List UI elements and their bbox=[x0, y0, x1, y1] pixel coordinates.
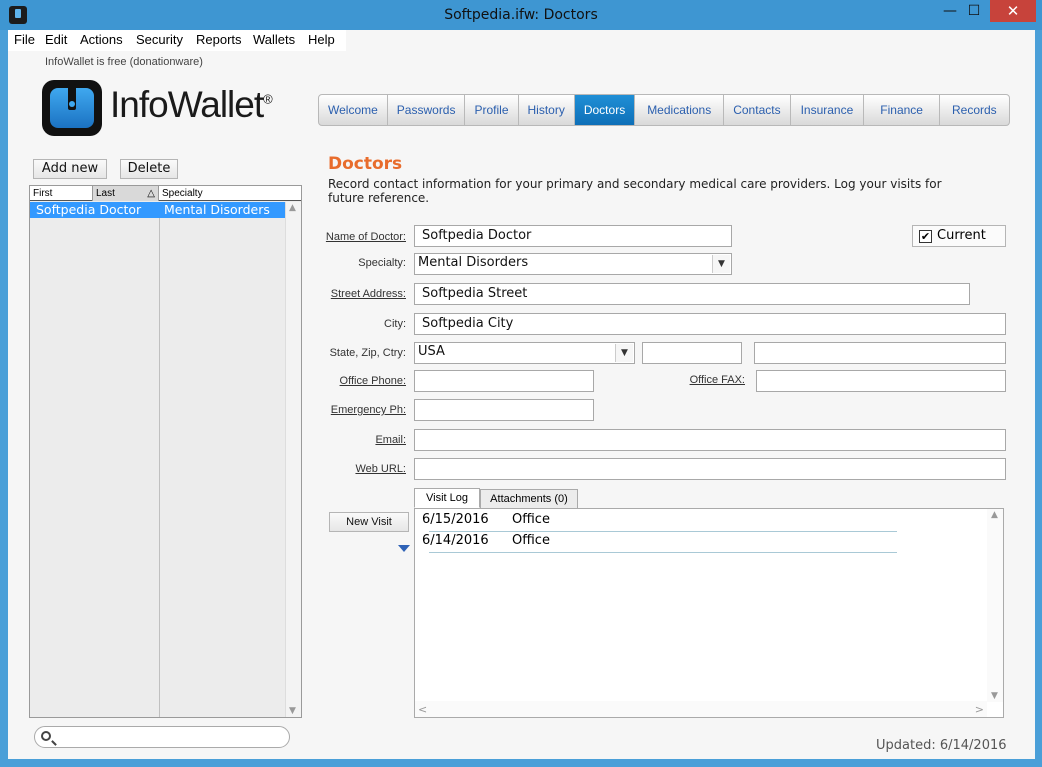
menu-security[interactable]: Security bbox=[136, 32, 183, 47]
column-last-label: Last bbox=[96, 188, 115, 199]
search-icon bbox=[41, 731, 51, 741]
column-divider bbox=[159, 202, 160, 717]
section-description: Record contact information for your prim… bbox=[328, 177, 942, 205]
visit-row[interactable]: 6/15/2016 Office bbox=[422, 511, 550, 532]
visit-type: Office bbox=[512, 512, 550, 527]
list-row-selected[interactable]: Softpedia Doctor Mental Disorders bbox=[30, 202, 285, 218]
email-label[interactable]: Email: bbox=[308, 434, 406, 446]
main-tab-bar: Welcome Passwords Profile History Doctor… bbox=[318, 94, 1010, 126]
city-field[interactable]: Softpedia City bbox=[414, 313, 1006, 335]
menu-edit[interactable]: Edit bbox=[45, 32, 67, 47]
street-label[interactable]: Street Address: bbox=[308, 288, 406, 300]
menu-help[interactable]: Help bbox=[308, 32, 335, 47]
list-header: First Last △ Specialty bbox=[30, 186, 301, 201]
log-vertical-scrollbar[interactable]: ▲ ▼ bbox=[987, 509, 1003, 702]
scroll-up-icon[interactable]: ▲ bbox=[289, 203, 296, 213]
web-url-label[interactable]: Web URL: bbox=[308, 463, 406, 475]
tab-records[interactable]: Records bbox=[940, 95, 1009, 125]
menu-reports[interactable]: Reports bbox=[196, 32, 242, 47]
office-phone-label[interactable]: Office Phone: bbox=[308, 375, 406, 387]
emergency-field[interactable] bbox=[414, 399, 594, 421]
logo-wordmark: InfoWallet® bbox=[110, 84, 273, 125]
column-last[interactable]: Last △ bbox=[93, 186, 159, 201]
new-visit-button[interactable]: New Visit bbox=[329, 512, 409, 532]
visit-row[interactable]: 6/14/2016 Office bbox=[422, 532, 550, 553]
specialty-label: Specialty: bbox=[358, 257, 406, 269]
specialty-value: Mental Disorders bbox=[418, 255, 529, 270]
tab-insurance[interactable]: Insurance bbox=[791, 95, 865, 125]
visit-date: 6/15/2016 bbox=[422, 512, 489, 527]
office-fax-label[interactable]: Office FAX: bbox=[648, 374, 745, 386]
country-field[interactable] bbox=[754, 342, 1006, 364]
column-specialty[interactable]: Specialty bbox=[159, 186, 301, 201]
office-phone-field[interactable] bbox=[414, 370, 594, 392]
search-input[interactable] bbox=[34, 726, 290, 748]
column-first[interactable]: First bbox=[30, 186, 93, 201]
tab-contacts[interactable]: Contacts bbox=[724, 95, 791, 125]
tab-attachments[interactable]: Attachments (0) bbox=[480, 489, 578, 509]
row-divider bbox=[429, 531, 897, 532]
emergency-label[interactable]: Emergency Ph: bbox=[308, 404, 406, 416]
title-bar[interactable]: Softpedia.ifw: Doctors — ☐ ✕ bbox=[0, 0, 1042, 30]
scroll-left-icon[interactable]: < bbox=[418, 703, 427, 716]
log-horizontal-scrollbar[interactable]: < > bbox=[415, 701, 987, 717]
specialty-select[interactable]: Mental Disorders ▼ bbox=[414, 253, 732, 275]
doctor-list: First Last △ Specialty Softpedia Doctor … bbox=[29, 185, 302, 718]
tab-doctors[interactable]: Doctors bbox=[574, 95, 636, 125]
chevron-down-icon[interactable]: ▼ bbox=[712, 255, 730, 273]
menu-actions[interactable]: Actions bbox=[80, 32, 123, 47]
tab-welcome[interactable]: Welcome bbox=[319, 95, 388, 125]
menu-file[interactable]: File bbox=[14, 32, 35, 47]
wallet-logo-icon bbox=[42, 80, 102, 136]
city-label: City: bbox=[384, 318, 406, 330]
delete-button[interactable]: Delete bbox=[120, 159, 178, 179]
tab-visit-log[interactable]: Visit Log bbox=[414, 488, 480, 508]
tab-medications[interactable]: Medications bbox=[635, 95, 725, 125]
row-divider bbox=[429, 552, 897, 553]
section-title: Doctors bbox=[328, 154, 403, 174]
donation-note: InfoWallet is free (donationware) bbox=[45, 56, 203, 68]
country-value: USA bbox=[418, 344, 445, 359]
current-toggle[interactable]: ✔ Current bbox=[912, 225, 1006, 247]
email-field[interactable] bbox=[414, 429, 1006, 451]
current-checkbox[interactable]: ✔ bbox=[919, 230, 932, 243]
updated-status: Updated: 6/14/2016 bbox=[876, 738, 1007, 753]
close-button[interactable]: ✕ bbox=[990, 0, 1036, 22]
expand-triangle-icon[interactable] bbox=[398, 545, 410, 552]
office-fax-field[interactable] bbox=[756, 370, 1006, 392]
visit-log-list: 6/15/2016 Office 6/14/2016 Office ▲ ▼ < … bbox=[414, 508, 1004, 718]
scroll-right-icon[interactable]: > bbox=[975, 703, 984, 716]
tab-profile[interactable]: Profile bbox=[465, 95, 519, 125]
web-url-field[interactable] bbox=[414, 458, 1006, 480]
scroll-up-icon[interactable]: ▲ bbox=[991, 510, 998, 520]
tab-passwords[interactable]: Passwords bbox=[388, 95, 466, 125]
name-label[interactable]: Name of Doctor: bbox=[308, 231, 406, 243]
visit-type: Office bbox=[512, 533, 550, 548]
scroll-down-icon[interactable]: ▼ bbox=[289, 706, 296, 716]
menu-wallets[interactable]: Wallets bbox=[253, 32, 295, 47]
add-new-button[interactable]: Add new bbox=[33, 159, 107, 179]
row-name: Softpedia Doctor bbox=[36, 202, 142, 217]
window-title: Softpedia.ifw: Doctors bbox=[444, 7, 598, 23]
tab-finance[interactable]: Finance bbox=[864, 95, 940, 125]
client-area: File Edit Actions Security Reports Walle… bbox=[8, 30, 1035, 759]
state-label: State, Zip, Ctry: bbox=[329, 347, 406, 359]
name-field[interactable]: Softpedia Doctor bbox=[414, 225, 732, 247]
maximize-button[interactable]: ☐ bbox=[960, 0, 988, 22]
menu-bar: File Edit Actions Security Reports Walle… bbox=[8, 30, 346, 51]
country-select[interactable]: USA ▼ bbox=[414, 342, 635, 364]
app-window: Softpedia.ifw: Doctors — ☐ ✕ File Edit A… bbox=[0, 0, 1042, 767]
chevron-down-icon[interactable]: ▼ bbox=[615, 344, 633, 362]
zip-field[interactable] bbox=[642, 342, 742, 364]
street-field[interactable]: Softpedia Street bbox=[414, 283, 970, 305]
row-specialty: Mental Disorders bbox=[164, 202, 270, 217]
current-label: Current bbox=[937, 228, 986, 243]
scroll-down-icon[interactable]: ▼ bbox=[991, 691, 998, 701]
list-scrollbar[interactable]: ▲ ▼ bbox=[285, 202, 301, 717]
visit-date: 6/14/2016 bbox=[422, 533, 489, 548]
tab-history[interactable]: History bbox=[519, 95, 575, 125]
sort-ascending-icon: △ bbox=[147, 188, 155, 199]
